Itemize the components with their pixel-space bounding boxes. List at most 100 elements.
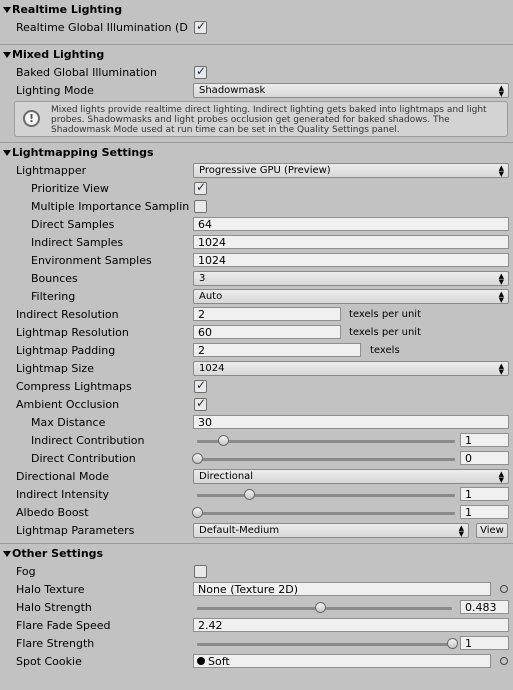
direct-contribution-slider-thumb[interactable]: [192, 453, 203, 464]
dropdown-value: Shadowmask: [199, 85, 266, 96]
object-picker-icon[interactable]: [500, 585, 508, 593]
indirect-intensity-row: Indirect Intensity 1: [0, 486, 513, 504]
halo-strength-input[interactable]: 0.483: [460, 600, 509, 614]
dropdown-arrows-icon: ▲ ▼: [498, 290, 504, 304]
bounces-dropdown[interactable]: 3 ▲ ▼: [193, 271, 509, 286]
mixed-lighting-header[interactable]: Mixed Lighting: [0, 46, 513, 64]
albedo-boost-input[interactable]: 1: [460, 505, 509, 519]
max-distance-input[interactable]: 30: [193, 415, 509, 429]
halo-texture-object-field[interactable]: None (Texture 2D): [193, 582, 491, 596]
other-settings-header[interactable]: Other Settings: [0, 545, 513, 563]
env-samples-input[interactable]: 1024: [193, 253, 509, 267]
spot-cookie-value: Soft: [208, 655, 230, 668]
lightmap-parameters-label: Lightmap Parameters: [16, 524, 135, 537]
realtime-gi-row: Realtime Global Illumination (D ✓: [0, 19, 513, 37]
texture-thumbnail-icon: [197, 657, 205, 665]
mis-row: Multiple Importance Samplin: [0, 198, 513, 216]
halo-texture-label: Halo Texture: [16, 583, 85, 596]
direct-samples-input[interactable]: 64: [193, 217, 509, 231]
dropdown-value: Default-Medium: [199, 525, 280, 536]
checkmark-icon: ✓: [196, 19, 207, 33]
fog-checkbox[interactable]: [194, 565, 207, 578]
lightmap-resolution-row: Lightmap Resolution 60 texels per unit: [0, 324, 513, 342]
flare-strength-input[interactable]: 1: [460, 636, 509, 650]
section-title: Realtime Lighting: [12, 3, 123, 16]
max-distance-label: Max Distance: [31, 416, 106, 429]
mixed-lighting-section: Mixed Lighting Baked Global Illumination…: [0, 45, 513, 137]
ambient-occlusion-checkbox[interactable]: ✓: [194, 396, 207, 411]
dropdown-arrows-icon: ▲ ▼: [498, 272, 504, 286]
info-icon: !: [23, 110, 40, 127]
albedo-boost-slider-thumb[interactable]: [192, 507, 203, 518]
directional-mode-label: Directional Mode: [16, 470, 109, 483]
spot-cookie-object-field[interactable]: Soft: [193, 654, 491, 668]
flare-fade-speed-label: Flare Fade Speed: [16, 619, 111, 632]
texels-label: texels: [370, 345, 400, 356]
foldout-arrow-icon[interactable]: [3, 551, 11, 557]
lightmap-padding-row: Lightmap Padding 2 texels: [0, 342, 513, 360]
directional-mode-dropdown[interactable]: Directional ▲ ▼: [193, 469, 509, 484]
indirect-contribution-slider-thumb[interactable]: [217, 435, 229, 446]
halo-strength-slider-thumb[interactable]: [315, 602, 327, 613]
indirect-contribution-row: Indirect Contribution 1: [0, 432, 513, 450]
lighting-mode-dropdown[interactable]: Shadowmask ▲ ▼: [193, 83, 509, 98]
indirect-intensity-slider-track[interactable]: [197, 494, 455, 497]
checkmark-icon: ✓: [196, 64, 207, 78]
dropdown-arrows-icon: ▲ ▼: [498, 362, 504, 376]
baked-gi-label: Baked Global Illumination: [16, 66, 157, 79]
foldout-arrow-icon[interactable]: [3, 52, 11, 58]
lightmapper-row: Lightmapper Progressive GPU (Preview) ▲ ▼: [0, 162, 513, 180]
realtime-lighting-section: Realtime Lighting Realtime Global Illumi…: [0, 0, 513, 37]
ambient-occlusion-label: Ambient Occlusion: [16, 398, 120, 411]
baked-gi-checkbox[interactable]: ✓: [194, 64, 207, 79]
dropdown-arrows-icon: ▲ ▼: [498, 164, 504, 178]
filtering-dropdown[interactable]: Auto ▲ ▼: [193, 289, 509, 304]
dropdown-arrows-icon: ▲ ▼: [498, 84, 504, 98]
indirect-resolution-input[interactable]: 2: [193, 307, 341, 321]
compress-lightmaps-checkbox[interactable]: ✓: [194, 378, 207, 393]
halo-texture-row: Halo Texture None (Texture 2D): [0, 581, 513, 599]
foldout-arrow-icon[interactable]: [3, 150, 11, 156]
direct-contribution-slider-track[interactable]: [197, 458, 455, 461]
albedo-boost-row: Albedo Boost 1: [0, 504, 513, 522]
lightmapping-header[interactable]: Lightmapping Settings: [0, 144, 513, 162]
lightmap-padding-input[interactable]: 2: [193, 343, 361, 357]
lightmapper-dropdown[interactable]: Progressive GPU (Preview) ▲ ▼: [193, 163, 509, 178]
other-settings-section: Other Settings Fog Halo Texture None (Te…: [0, 544, 513, 671]
lightmap-parameters-dropdown[interactable]: Default-Medium ▲ ▼: [193, 523, 469, 538]
indirect-intensity-input[interactable]: 1: [460, 487, 509, 501]
albedo-boost-slider-track[interactable]: [197, 512, 455, 515]
view-button[interactable]: View: [476, 523, 508, 538]
realtime-lighting-header[interactable]: Realtime Lighting: [0, 1, 513, 19]
directional-mode-row: Directional Mode Directional ▲ ▼: [0, 468, 513, 486]
object-picker-icon[interactable]: [500, 657, 508, 665]
compress-lightmaps-label: Compress Lightmaps: [16, 380, 132, 393]
prioritize-view-checkbox[interactable]: ✓: [194, 180, 207, 195]
flare-strength-label: Flare Strength: [16, 637, 95, 650]
dropdown-value: Progressive GPU (Preview): [199, 165, 331, 176]
lighting-mode-row: Lighting Mode Shadowmask ▲ ▼: [0, 82, 513, 100]
flare-fade-speed-input[interactable]: 2.42: [193, 618, 509, 632]
flare-strength-slider-thumb[interactable]: [447, 638, 458, 649]
realtime-gi-checkbox[interactable]: ✓: [194, 19, 207, 34]
lightmap-resolution-input[interactable]: 60: [193, 325, 341, 339]
spot-cookie-label: Spot Cookie: [16, 655, 82, 668]
indirect-contribution-input[interactable]: 1: [460, 433, 509, 447]
indirect-intensity-slider-thumb[interactable]: [243, 489, 255, 500]
indirect-contribution-slider-track[interactable]: [197, 440, 455, 443]
flare-fade-speed-row: Flare Fade Speed 2.42: [0, 617, 513, 635]
bounces-row: Bounces 3 ▲ ▼: [0, 270, 513, 288]
mis-checkbox[interactable]: [194, 200, 207, 213]
dropdown-value: Directional: [199, 471, 254, 482]
direct-contribution-input[interactable]: 0: [460, 451, 509, 465]
lightmap-parameters-row: Lightmap Parameters Default-Medium ▲ ▼ Vi…: [0, 522, 513, 540]
dropdown-arrows-icon: ▲ ▼: [458, 524, 464, 538]
lightmap-size-dropdown[interactable]: 1024 ▲ ▼: [193, 361, 509, 376]
texels-per-unit-label: texels per unit: [349, 327, 421, 338]
flare-strength-slider-track[interactable]: [197, 643, 452, 646]
foldout-arrow-icon[interactable]: [3, 7, 11, 13]
indirect-samples-input[interactable]: 1024: [193, 235, 509, 249]
lighting-mode-label: Lighting Mode: [16, 84, 94, 97]
lightmap-size-label: Lightmap Size: [16, 362, 94, 375]
section-title: Other Settings: [12, 547, 104, 560]
